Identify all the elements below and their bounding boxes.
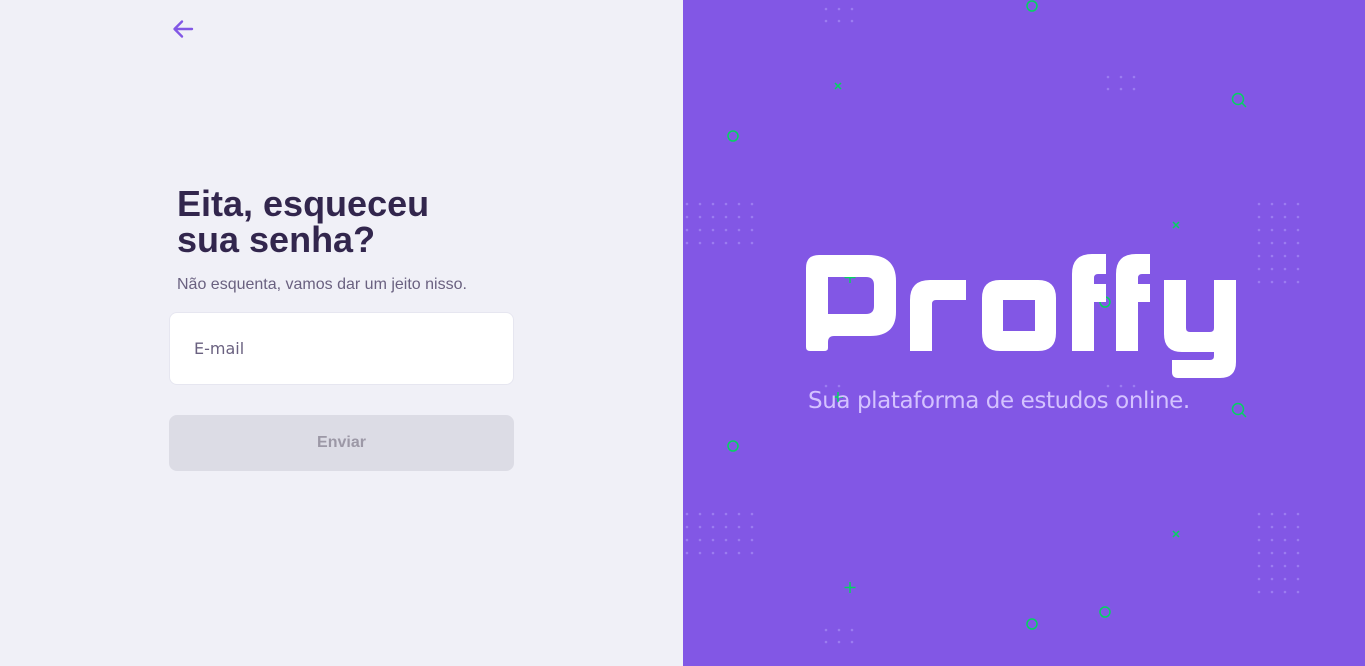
proffy-logo	[806, 254, 1236, 378]
dot-grid-top-right	[1106, 75, 1136, 91]
circle-icon	[1026, 618, 1038, 630]
page-subtitle: Não esquenta, vamos dar um jeito nisso.	[177, 276, 467, 293]
page-title: Eita, esqueceu sua senha?	[177, 183, 430, 260]
circle-icon	[1026, 0, 1038, 12]
dot-grid-left-lower	[685, 512, 754, 555]
magnifier-icon	[1231, 402, 1247, 418]
cross-icon	[1172, 530, 1180, 538]
dot-grid-left-upper	[685, 202, 754, 245]
brand-tagline: Sua plataforma de estudos online.	[808, 388, 1190, 414]
dot-grid-right-upper	[1257, 202, 1300, 284]
dot-grid-top-center	[824, 7, 854, 23]
email-input[interactable]	[170, 313, 513, 384]
dot-grid-bottom-center	[824, 628, 854, 644]
submit-button[interactable]: Enviar	[169, 415, 514, 471]
circle-icon	[727, 130, 739, 142]
form-panel: Eita, esqueceu sua senha? Não esquenta, …	[0, 0, 683, 666]
arrow-left-icon	[173, 20, 194, 38]
circle-icon	[1099, 606, 1111, 618]
magnifier-icon	[1231, 92, 1247, 108]
cross-icon	[1172, 221, 1180, 229]
email-field-container	[169, 312, 514, 385]
dot-grid-right-lower	[1257, 512, 1300, 594]
back-button[interactable]	[168, 14, 198, 44]
circle-icon	[727, 440, 739, 452]
plus-icon	[844, 582, 856, 593]
brand-panel: Sua plataforma de estudos online.	[683, 0, 1365, 666]
cross-icon	[834, 82, 842, 90]
